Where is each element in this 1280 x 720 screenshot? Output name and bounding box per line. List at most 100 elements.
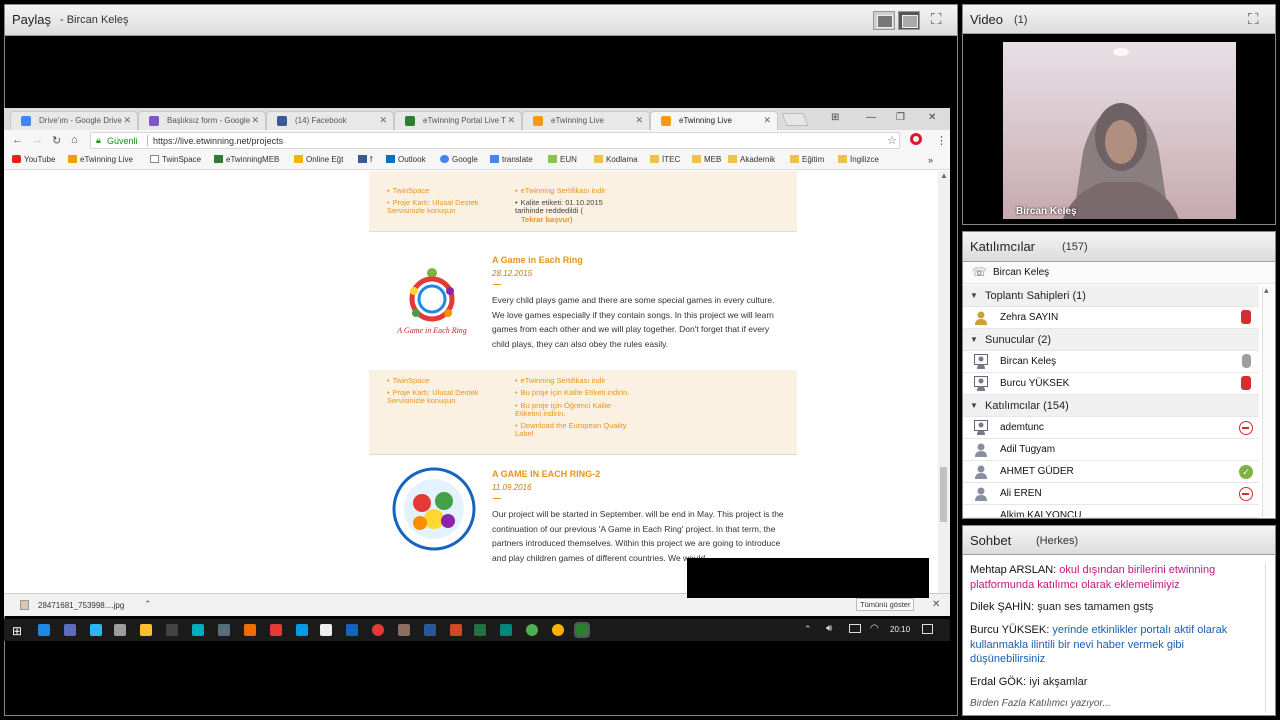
back-icon[interactable]: ←: [12, 134, 23, 146]
project-logo[interactable]: A Game in Each Ring: [392, 261, 472, 341]
app-icon[interactable]: [500, 624, 512, 636]
chevron-up-icon[interactable]: ⌃: [144, 599, 152, 610]
adobe-connect-icon[interactable]: [574, 622, 590, 638]
new-tab-button[interactable]: [781, 113, 809, 126]
windows-start-icon[interactable]: ⊞: [12, 624, 22, 638]
chrome-icon[interactable]: [552, 624, 564, 636]
attendee-row[interactable]: Zehra SAYIN: [963, 307, 1259, 329]
attendees-scrollbar[interactable]: ▴: [1262, 285, 1274, 517]
bookmark-twinspace[interactable]: TwinSpace: [150, 155, 201, 164]
browser-tab-active[interactable]: eTwinning Live ✕: [650, 111, 778, 130]
store-icon[interactable]: [64, 624, 76, 636]
reload-icon[interactable]: ↻: [52, 134, 61, 147]
app-icon[interactable]: [398, 624, 410, 636]
page-scrollbar[interactable]: ▲: [938, 171, 950, 593]
bookmark-folder-meb[interactable]: MEB: [692, 155, 721, 164]
opera-icon[interactable]: [910, 133, 922, 145]
browser-tab[interactable]: eTwinning Live ✕: [522, 111, 650, 130]
media-icon[interactable]: [166, 624, 178, 636]
project-card-link[interactable]: Proje Kartı: Ulusal Destek Servisinizle …: [387, 199, 487, 215]
chat-scrollbar[interactable]: [1265, 563, 1274, 713]
download-filename[interactable]: 28471681_753998....jpg: [38, 601, 124, 610]
group-participants[interactable]: ▼ Katılımcılar (154): [963, 395, 1259, 417]
bookmark-folder-itec[interactable]: İTEC: [650, 155, 680, 164]
app-icon[interactable]: [114, 624, 126, 636]
bookmark-youtube[interactable]: YouTube: [12, 155, 55, 164]
app-icon[interactable]: [346, 624, 358, 636]
word-icon[interactable]: [424, 624, 436, 636]
opera-icon[interactable]: [372, 624, 384, 636]
ie-icon[interactable]: [90, 624, 102, 636]
student-quality-label-link[interactable]: Bu proje için Öğrenci Kalite Etiketini i…: [515, 402, 625, 418]
project-title[interactable]: A Game in Each Ring: [492, 255, 583, 265]
collapse-caret-icon[interactable]: ▼: [970, 401, 978, 410]
view-mode-button[interactable]: [873, 11, 895, 30]
close-download-bar-icon[interactable]: ✕: [932, 599, 940, 610]
bookmark-folder-akademik[interactable]: Akademik: [728, 155, 775, 164]
chat-scope[interactable]: (Herkes): [1036, 535, 1078, 547]
scroll-thumb[interactable]: [940, 467, 947, 522]
wifi-icon[interactable]: ◠: [870, 623, 879, 634]
close-tab-icon[interactable]: ✕: [635, 115, 643, 126]
fit-mode-button[interactable]: [898, 11, 920, 30]
bookmark-eun[interactable]: EUN: [548, 155, 577, 164]
bookmark-facebook[interactable]: f: [358, 155, 372, 164]
twinspace-link[interactable]: TwinSpace: [387, 187, 430, 195]
excel-icon[interactable]: [474, 624, 486, 636]
browser-tab[interactable]: Başlıksız form - Google ✕: [138, 111, 266, 130]
bookmark-folder-egitim[interactable]: Eğitim: [790, 155, 824, 164]
close-tab-icon[interactable]: ✕: [379, 115, 387, 126]
scroll-up-icon[interactable]: ▴: [1264, 285, 1269, 296]
attendee-row[interactable]: Burcu YÜKSEK: [963, 373, 1259, 395]
reapply-link[interactable]: Tekrar başvur): [521, 216, 573, 224]
attendee-row[interactable]: Ali EREN: [963, 483, 1259, 505]
attendee-row[interactable]: AHMET GÜDER ✓: [963, 461, 1259, 483]
attendee-row[interactable]: ademtunc: [963, 417, 1259, 439]
menu-icon[interactable]: ⋮: [936, 134, 947, 147]
close-tab-icon[interactable]: ✕: [763, 115, 771, 126]
close-window-icon[interactable]: ✕: [928, 112, 936, 123]
fullscreen-icon[interactable]: ⛶: [931, 11, 942, 28]
clock[interactable]: 20:10: [890, 625, 910, 634]
bookmark-folder-ingilizce[interactable]: İngilizce: [838, 155, 879, 164]
maximize-icon[interactable]: ❐: [896, 112, 905, 123]
bookmark-outlook[interactable]: Outlook: [386, 155, 426, 164]
app-icon[interactable]: [270, 624, 282, 636]
tray-up-icon[interactable]: ⌃: [804, 624, 812, 635]
app-icon[interactable]: [244, 624, 256, 636]
collapse-caret-icon[interactable]: ▼: [970, 291, 978, 300]
notification-icon[interactable]: [922, 624, 933, 634]
close-tab-icon[interactable]: ✕: [507, 115, 515, 126]
attendee-row[interactable]: Alkim KALYONCU: [963, 505, 1259, 518]
attendee-row[interactable]: Bircan Keleş: [963, 351, 1259, 373]
edge-icon[interactable]: [38, 624, 50, 636]
bookmark-etwinningmeb[interactable]: eTwinningMEB: [214, 155, 279, 164]
quality-label-link[interactable]: Bu proje için Kalite Etiketi indirin.: [515, 389, 630, 397]
bookmark-online-egt[interactable]: Online Eğt: [294, 155, 343, 164]
scroll-up-icon[interactable]: ▲: [940, 171, 948, 180]
project-title[interactable]: A GAME IN EACH RING-2: [492, 469, 600, 479]
group-hosts[interactable]: ▼ Toplantı Sahipleri (1): [963, 285, 1259, 307]
bookmark-etwinning-live[interactable]: eTwinning Live: [68, 155, 133, 164]
volume-icon[interactable]: 🔊︎: [826, 623, 832, 634]
fullscreen-icon[interactable]: ⛶: [1248, 11, 1259, 28]
webcam-video[interactable]: Bircan Keleş: [1003, 42, 1236, 219]
bookmark-translate[interactable]: translate: [490, 155, 533, 164]
bookmark-folder-kodlama[interactable]: Kodlama: [594, 155, 638, 164]
collapse-caret-icon[interactable]: ▼: [970, 335, 978, 344]
bookmark-google[interactable]: Google: [440, 155, 478, 164]
app-icon[interactable]: [296, 624, 308, 636]
my-status-row[interactable]: ☏ Bircan Keleş: [963, 262, 1275, 284]
forward-icon[interactable]: →: [32, 134, 43, 146]
browser-tab[interactable]: (14) Facebook ✕: [266, 111, 394, 130]
certificate-link[interactable]: eTwinning Sertifikası indir: [515, 377, 606, 385]
minimize-icon[interactable]: —: [866, 112, 876, 123]
show-all-button[interactable]: Tümünü göster: [856, 598, 915, 611]
twinspace-link[interactable]: TwinSpace: [387, 377, 430, 385]
file-explorer-icon[interactable]: [140, 624, 152, 636]
app-icon[interactable]: [218, 624, 230, 636]
app-icon[interactable]: [192, 624, 204, 636]
project-card-link[interactable]: Proje Kartı: Ulusal Destek Servisinizle …: [387, 389, 487, 405]
attendee-row[interactable]: Adil Tugyam: [963, 439, 1259, 461]
group-presenters[interactable]: ▼ Sunucular (2): [963, 329, 1259, 351]
